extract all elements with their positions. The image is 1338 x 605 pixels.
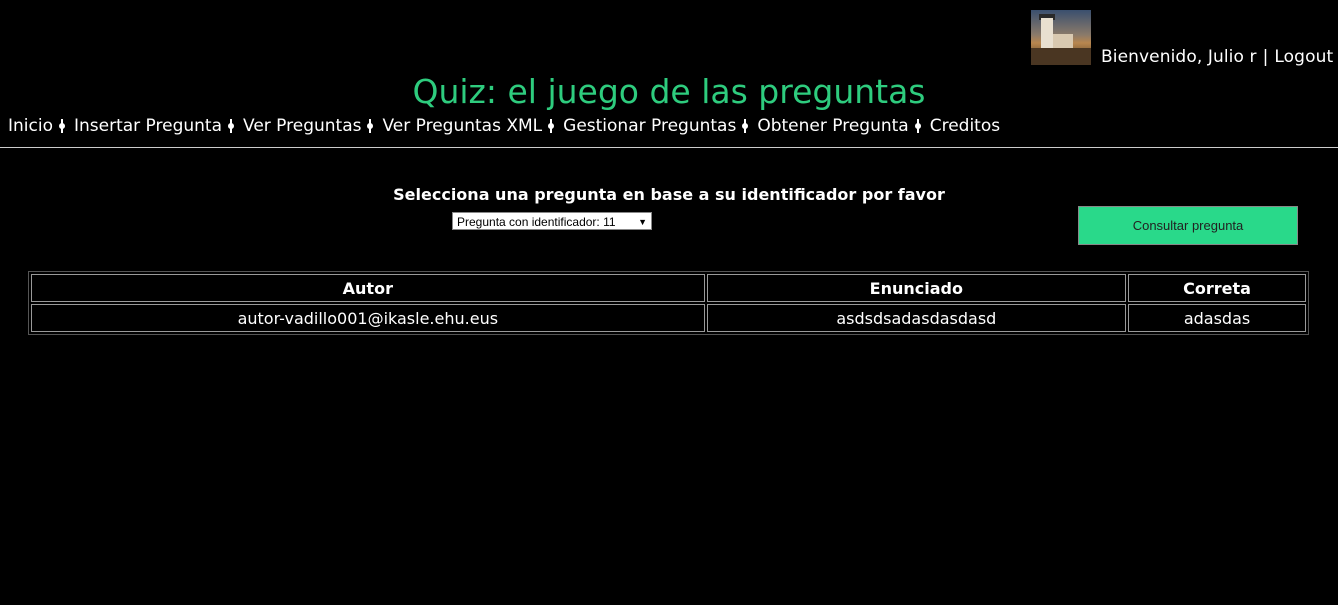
nav-item-insertar-pregunta[interactable]: Insertar Pregunta [74,116,222,136]
lighthouse-tower [1041,18,1053,48]
nav-item-creditos[interactable]: Creditos [930,116,1000,136]
welcome-bar: Bienvenido, Julio r | Logout [1101,47,1333,67]
question-table: Autor Enunciado Correta autor-vadillo001… [28,271,1309,335]
nav-item-obtener-pregunta[interactable]: Obtener Pregunta [757,116,908,136]
table-row: autor-vadillo001@ikasle.ehu.eus asdsdsad… [31,304,1306,332]
page: Bienvenido, Julio r | Logout Quiz: el jueg… [0,0,1338,605]
nav-item-ver-preguntas[interactable]: Ver Preguntas [243,116,361,136]
welcome-separator: | [1262,47,1269,67]
nav-separator-icon [742,119,749,133]
column-header-correta: Correta [1128,274,1306,302]
consult-question-button[interactable]: Consultar pregunta [1078,206,1298,245]
page-title: Quiz: el juego de las preguntas [412,72,926,111]
nav-separator-icon [367,119,374,133]
rocks [1031,48,1091,65]
nav-separator-icon [58,119,65,133]
cell-enunciado: asdsdsadasdasdasd [706,304,1127,332]
nav-item-inicio[interactable]: Inicio [8,116,53,136]
nav-item-ver-preguntas-xml[interactable]: Ver Preguntas XML [382,116,542,136]
welcome-text: Bienvenido, Julio r [1101,47,1257,67]
cell-autor: autor-vadillo001@ikasle.ehu.eus [31,304,705,332]
nav-separator-icon [914,119,921,133]
nav-separator-icon [548,119,555,133]
nav-divider [0,147,1338,148]
dropdown-arrow-icon: ▼ [638,217,647,227]
nav-separator-icon [228,119,235,133]
column-header-autor: Autor [31,274,705,302]
select-value: Pregunta con identificador: 11 [457,215,616,229]
nav-item-gestionar-preguntas[interactable]: Gestionar Preguntas [563,116,736,136]
question-id-select[interactable]: Pregunta con identificador: 11 ▼ [452,212,652,230]
select-prompt: Selecciona una pregunta en base a su ide… [393,185,945,204]
cell-correta: adasdas [1128,304,1306,332]
table-header-row: Autor Enunciado Correta [31,274,1306,302]
main-nav: Inicio Insertar Pregunta Ver Preguntas V… [8,116,1000,136]
keeper-house [1053,34,1073,48]
column-header-enunciado: Enunciado [706,274,1127,302]
user-avatar [1031,10,1091,65]
logout-link[interactable]: Logout [1274,47,1333,67]
